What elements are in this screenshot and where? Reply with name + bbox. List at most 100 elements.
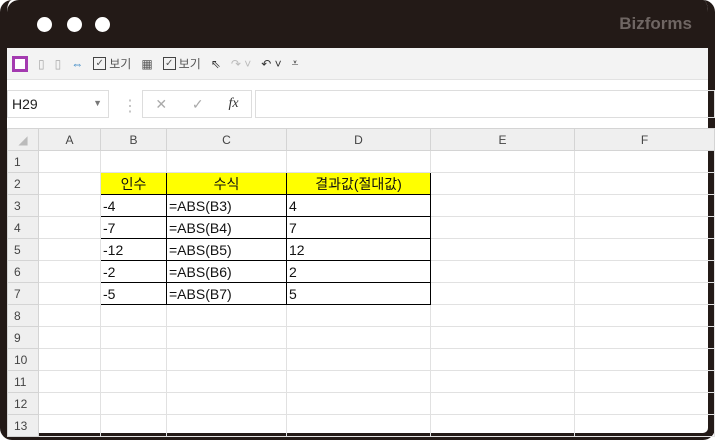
table-header-cell[interactable]: 결과값(절대값) (286, 172, 431, 195)
table-cell[interactable]: 7 (286, 216, 431, 239)
cell[interactable] (166, 414, 287, 437)
cell[interactable] (38, 238, 101, 261)
cell[interactable] (100, 392, 167, 415)
table-cell[interactable]: -12 (100, 238, 167, 261)
cell[interactable] (430, 194, 575, 217)
cancel-icon[interactable]: ✕ (155, 96, 167, 113)
cell[interactable] (166, 348, 287, 371)
cell[interactable] (38, 260, 101, 283)
window-dot-close[interactable] (37, 17, 52, 32)
table-cell[interactable]: -2 (100, 260, 167, 283)
cell[interactable] (430, 348, 575, 371)
cell[interactable] (574, 326, 715, 349)
cell[interactable] (38, 172, 101, 195)
cell[interactable] (166, 326, 287, 349)
table-header-cell[interactable]: 인수 (100, 172, 167, 195)
cell[interactable] (430, 238, 575, 261)
cell[interactable] (574, 370, 715, 393)
redo-icon[interactable]: ↷ ˅ (231, 57, 251, 71)
row-header[interactable]: 3 (7, 194, 39, 217)
select-cursor-icon[interactable]: ⇖ (211, 57, 221, 71)
formula-input[interactable] (255, 90, 715, 118)
cell[interactable] (430, 304, 575, 327)
cell[interactable] (100, 150, 167, 173)
cell[interactable] (574, 414, 715, 437)
table-cell[interactable]: -5 (100, 282, 167, 305)
cell[interactable] (100, 414, 167, 437)
paste-values-icon[interactable]: ▯ (38, 57, 45, 71)
row-header[interactable]: 2 (7, 172, 39, 195)
column-header-f[interactable]: F (574, 128, 715, 151)
row-header[interactable]: 4 (7, 216, 39, 239)
row-header[interactable]: 10 (7, 348, 39, 371)
cell[interactable] (286, 414, 431, 437)
customize-toolbar-icon[interactable]: ⩡ (292, 56, 299, 71)
window-dot-maximize[interactable] (95, 17, 110, 32)
cell[interactable] (100, 326, 167, 349)
cell[interactable] (286, 348, 431, 371)
row-header[interactable]: 12 (7, 392, 39, 415)
cell[interactable] (574, 304, 715, 327)
cell[interactable] (100, 348, 167, 371)
column-header-b[interactable]: B (100, 128, 167, 151)
cell[interactable] (38, 304, 101, 327)
cell[interactable] (430, 282, 575, 305)
table-cell[interactable]: -4 (100, 194, 167, 217)
cell[interactable] (430, 326, 575, 349)
cell[interactable] (430, 150, 575, 173)
cell[interactable] (38, 348, 101, 371)
cell[interactable] (286, 150, 431, 173)
cell[interactable] (38, 150, 101, 173)
column-header-c[interactable]: C (166, 128, 287, 151)
cell[interactable] (574, 260, 715, 283)
cell[interactable] (38, 370, 101, 393)
cell[interactable] (38, 194, 101, 217)
row-header[interactable]: 5 (7, 238, 39, 261)
cell[interactable] (286, 370, 431, 393)
cell[interactable] (166, 370, 287, 393)
cell[interactable] (430, 216, 575, 239)
cell[interactable] (38, 326, 101, 349)
table-cell[interactable]: =ABS(B4) (166, 216, 287, 239)
drag-handle-icon[interactable]: ⋮ (122, 96, 138, 116)
row-header[interactable]: 8 (7, 304, 39, 327)
enter-icon[interactable]: ✓ (192, 96, 204, 113)
undo-icon[interactable]: ↶ ˅ (261, 57, 281, 71)
table-cell[interactable]: 4 (286, 194, 431, 217)
fit-width-icon[interactable]: ⇔ (71, 57, 83, 71)
cell[interactable] (574, 238, 715, 261)
table-cell[interactable]: =ABS(B5) (166, 238, 287, 261)
column-header-e[interactable]: E (430, 128, 575, 151)
table-cell[interactable]: =ABS(B3) (166, 194, 287, 217)
cell[interactable] (430, 260, 575, 283)
table-cell[interactable]: 2 (286, 260, 431, 283)
view-checkbox-2[interactable]: ✓ (162, 57, 176, 70)
column-header-a[interactable]: A (38, 128, 101, 151)
cell[interactable] (574, 194, 715, 217)
cell[interactable] (38, 216, 101, 239)
cell[interactable] (286, 392, 431, 415)
window-dot-minimize[interactable] (67, 17, 82, 32)
cell[interactable] (38, 282, 101, 305)
name-box[interactable]: H29 ▼ (7, 90, 109, 118)
table-cell[interactable]: 5 (286, 282, 431, 305)
function-icon[interactable]: fx (228, 96, 238, 112)
table-cell[interactable]: 12 (286, 238, 431, 261)
save-icon[interactable] (12, 55, 28, 72)
cell[interactable] (574, 392, 715, 415)
row-header[interactable]: 9 (7, 326, 39, 349)
table-cell[interactable]: =ABS(B6) (166, 260, 287, 283)
lock-table-icon[interactable]: ▦ (141, 57, 152, 71)
column-header-d[interactable]: D (286, 128, 431, 151)
cell[interactable] (574, 216, 715, 239)
view-checkbox-1[interactable]: ✓ (93, 57, 107, 70)
cell[interactable] (166, 150, 287, 173)
cell[interactable] (430, 370, 575, 393)
cell[interactable] (574, 172, 715, 195)
cell[interactable] (100, 370, 167, 393)
cell[interactable] (430, 172, 575, 195)
paste-formula-icon[interactable]: ▯ (55, 57, 62, 71)
row-header[interactable]: 6 (7, 260, 39, 283)
row-header[interactable]: 11 (7, 370, 39, 393)
cell[interactable] (38, 414, 101, 437)
